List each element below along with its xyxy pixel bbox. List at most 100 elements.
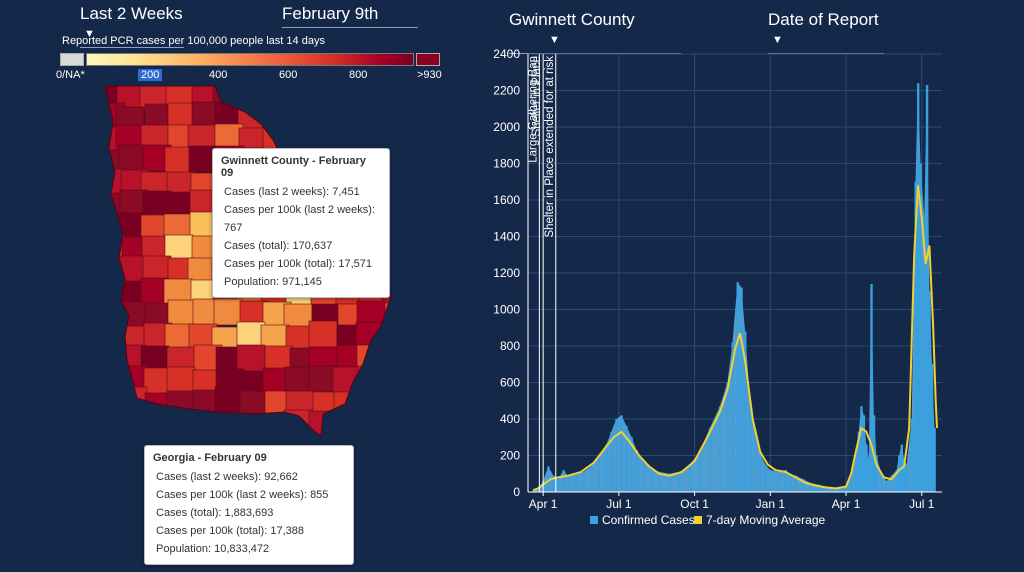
x-tick-label: Apr 1 [529,497,558,511]
legend-label: 7-day Moving Average [706,513,826,527]
county-shape[interactable] [95,369,123,397]
county-shape[interactable] [211,433,241,442]
county-shape[interactable] [382,82,405,108]
county-shape[interactable] [236,344,266,372]
case-bar [930,364,934,492]
y-tick-label: 800 [500,339,520,353]
tooltip-row: Cases (total): 170,637 [224,240,333,252]
legend-swatch [694,516,702,524]
county-shape[interactable] [284,82,314,109]
case-bar [718,406,722,492]
county-shape[interactable] [357,365,387,393]
county-shape[interactable] [385,320,405,348]
county-shape[interactable] [168,431,198,442]
cases-chart[interactable]: 0 200 400 600 800 1000 1200 1400 1600 1800 2000 220… [480,40,960,530]
county-shape[interactable] [384,302,405,330]
tooltip-title: Georgia - February 09 [153,452,267,464]
county-shape[interactable] [192,413,222,440]
county-shape[interactable] [166,366,196,394]
county-shape[interactable] [238,434,268,442]
county-shape[interactable] [118,301,148,329]
county-shape[interactable] [213,298,243,326]
county-shape[interactable] [379,122,405,150]
legend-tick: 200 [138,69,163,81]
county-shape[interactable] [115,431,145,442]
y-tick-label: 1000 [493,303,520,317]
county-shape[interactable] [259,85,289,112]
case-bar [643,460,646,492]
county-shape[interactable] [312,435,342,442]
county-shape[interactable] [120,410,150,437]
county-shape[interactable] [265,102,295,130]
county-shape[interactable] [236,412,266,439]
county-shape[interactable] [359,392,389,420]
x-tick-label: Jan 1 [756,497,786,511]
case-bar [615,419,618,492]
tooltip-row: Population: 971,145 [224,276,322,288]
county-shape[interactable] [360,123,390,151]
county-shape[interactable] [260,413,290,440]
county-shape[interactable] [95,255,124,283]
county-shape[interactable] [214,411,244,438]
county-shape[interactable] [262,123,292,151]
tooltip-row: Cases (last 2 weeks): 7,451 [224,186,360,198]
county-shape[interactable] [145,409,175,436]
county-shape[interactable] [214,386,244,414]
county-shape[interactable] [95,322,123,350]
county-shape[interactable] [95,303,124,331]
county-shape[interactable] [335,82,365,108]
county-shape[interactable] [385,106,405,134]
county-shape[interactable] [265,431,295,442]
county-shape[interactable] [308,320,338,348]
y-tick-label: 2400 [493,47,520,61]
y-tick-label: 0 [513,485,520,499]
y-tick-label: 1400 [493,230,520,244]
county-shape[interactable] [166,390,196,418]
legend-tick: 600 [279,69,298,81]
case-bar [736,282,739,492]
y-tick-label: 2000 [493,120,520,134]
state-tooltip: Georgia - February 09 Cases (last 2 week… [144,445,354,565]
county-shape[interactable] [336,411,366,438]
county-shape[interactable] [142,190,172,218]
y-tick-label: 200 [500,449,520,463]
case-bar [688,464,691,492]
county-shape[interactable] [361,434,391,442]
county-shape[interactable] [332,366,362,394]
county-shape[interactable] [286,432,316,442]
county-shape[interactable] [98,410,127,437]
case-bar [620,415,623,492]
county-shape[interactable] [167,299,197,327]
county-shape[interactable] [380,409,405,436]
county-shape[interactable] [380,390,405,418]
county-shape[interactable] [360,410,390,437]
county-shape[interactable] [95,390,122,418]
county-shape[interactable] [310,103,340,131]
county-shape[interactable] [283,409,313,436]
case-bar [726,382,729,492]
case-bar [867,459,871,492]
case-bar [764,464,767,492]
county-shape[interactable] [384,437,405,442]
county-shape[interactable] [95,432,123,442]
county-shape[interactable] [141,432,171,442]
county-shape[interactable] [357,105,387,133]
county-shape[interactable] [385,342,405,370]
county-shape[interactable] [332,104,362,132]
county-shape[interactable] [332,434,362,442]
county-shape[interactable] [286,103,316,131]
x-tick-label: Apr 1 [832,497,861,511]
county-shape[interactable] [380,364,405,392]
case-bar [862,415,866,492]
county-shape[interactable] [308,82,338,109]
county-shape[interactable] [361,82,391,109]
county-shape[interactable] [193,430,223,442]
case-bar [557,479,560,492]
case-bar [562,470,565,492]
county-shape[interactable] [95,168,124,196]
date-dropdown[interactable]: February 9th [282,4,418,28]
case-bar [678,471,681,492]
county-shape[interactable] [95,345,122,373]
county-shape[interactable] [168,409,198,436]
county-shape[interactable] [238,82,268,109]
